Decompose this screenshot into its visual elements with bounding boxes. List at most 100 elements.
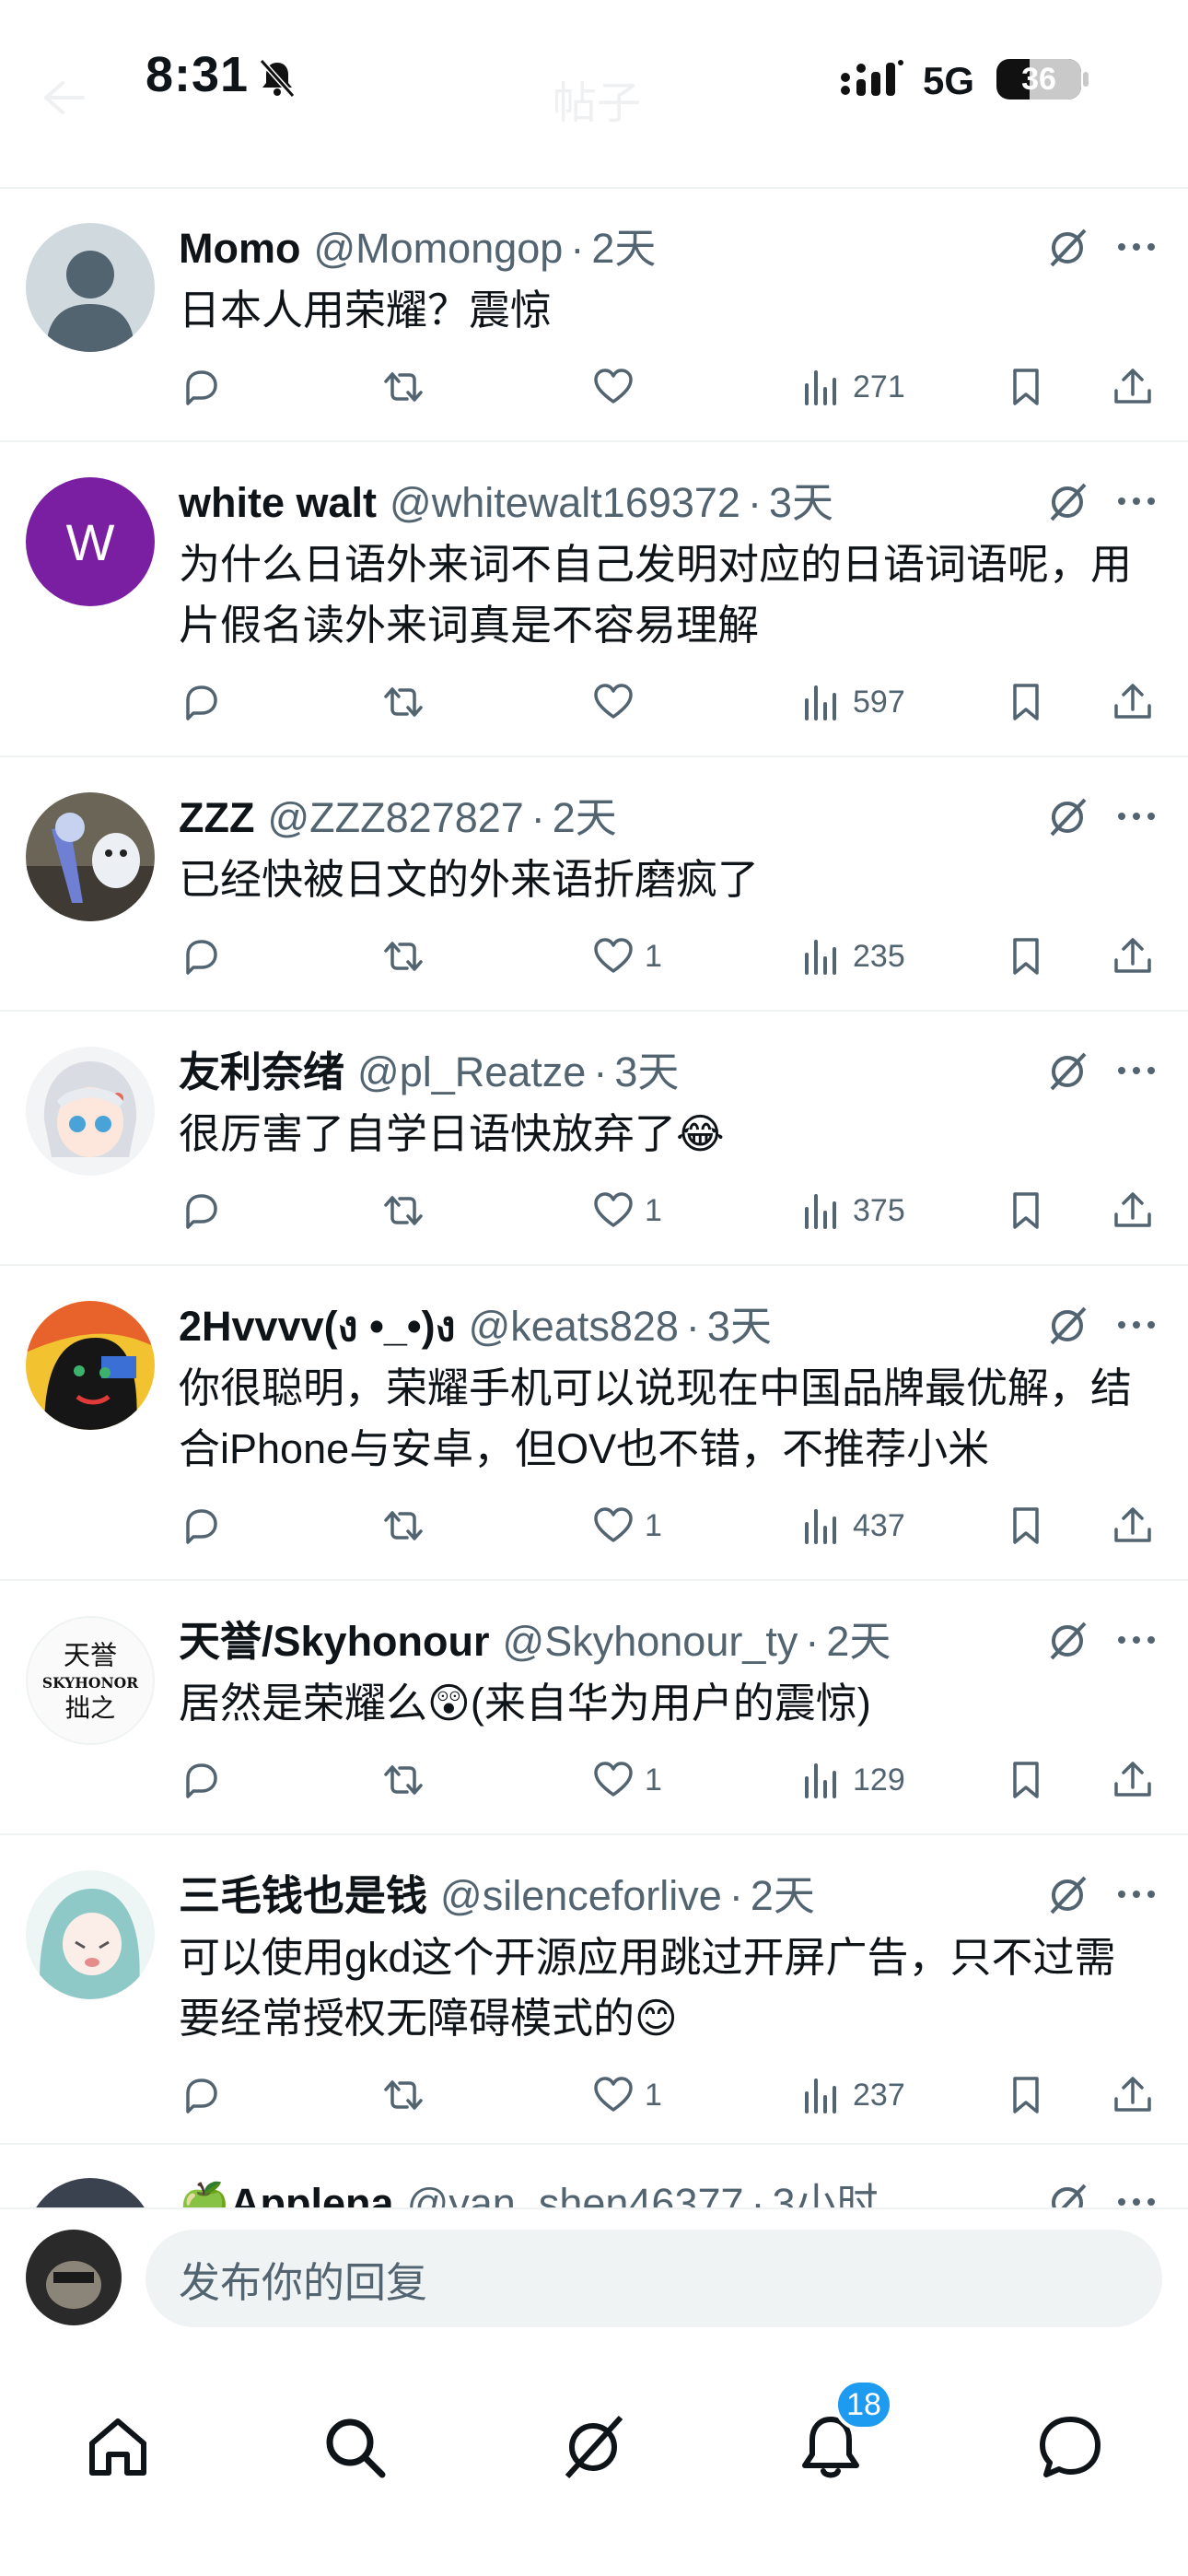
reply-button[interactable] (179, 1752, 223, 1808)
bookmark-button[interactable] (1004, 359, 1048, 415)
repost-button[interactable] (381, 929, 425, 984)
author-name[interactable]: 2Hvvvv(ง •_•)ง (179, 1295, 456, 1358)
post-text: 你很聪明，荣耀手机可以说现在中国品牌最优解，结合iPhone与安卓，但OV也不错… (179, 1364, 1133, 1472)
author-handle[interactable]: @Skyhonour_ty (503, 1610, 798, 1673)
avatar[interactable] (26, 2178, 155, 2207)
grok-icon[interactable] (1044, 1303, 1090, 1349)
repost-button[interactable] (381, 359, 425, 415)
share-button[interactable] (1111, 1498, 1155, 1553)
views-button[interactable]: 375 (799, 1183, 905, 1238)
author-name[interactable]: 友利奈绪 (179, 1041, 344, 1104)
share-button[interactable] (1111, 1183, 1155, 1238)
like-button[interactable]: 1 (591, 1183, 662, 1238)
more-options-icon[interactable] (1116, 1874, 1157, 1914)
views-button[interactable]: 271 (799, 359, 905, 415)
bookmark-button[interactable] (1004, 1183, 1048, 1238)
repost-button[interactable] (381, 674, 425, 730)
author-handle[interactable]: @keats828 (469, 1295, 679, 1358)
bookmark-button[interactable] (1004, 1498, 1048, 1553)
grok-icon[interactable] (1044, 1048, 1090, 1095)
like-button[interactable]: 1 (591, 929, 662, 984)
grok-icon[interactable] (1044, 479, 1090, 525)
bookmark-button[interactable] (1004, 674, 1048, 730)
tab-home[interactable] (81, 2410, 155, 2484)
reply-button[interactable] (179, 1498, 223, 1553)
views-button[interactable]: 235 (799, 929, 905, 984)
avatar[interactable] (26, 223, 155, 352)
like-button[interactable]: 1 (591, 2067, 662, 2123)
author-name[interactable]: 三毛钱也是钱 (179, 1865, 427, 1927)
views-button[interactable]: 437 (799, 1498, 905, 1553)
like-button[interactable] (591, 674, 645, 730)
author-handle[interactable]: @Momongop (313, 217, 563, 280)
reply-button[interactable] (179, 1183, 223, 1238)
avatar[interactable] (26, 1301, 155, 1430)
more-options-icon[interactable] (1116, 1050, 1157, 1091)
repost-button[interactable] (381, 1498, 425, 1553)
like-button[interactable] (591, 359, 645, 415)
more-options-icon[interactable] (1116, 1620, 1157, 1660)
grok-icon[interactable] (1044, 2180, 1090, 2207)
share-button[interactable] (1111, 674, 1155, 730)
repost-button[interactable] (381, 1183, 425, 1238)
grok-icon[interactable] (1044, 1872, 1090, 1918)
reply-post-partial[interactable]: 🍏Applena @yan_shen46377 · 3小时 (0, 2145, 1188, 2207)
share-button[interactable] (1111, 929, 1155, 984)
reply-post[interactable]: 友利奈绪 @pl_Reatze · 3天 很厉害了自学日语快放弃了😂 1 375 (0, 1013, 1188, 1266)
avatar[interactable]: 天誉 SKYHONOR 拙之 (26, 1616, 155, 1745)
avatar[interactable] (26, 1870, 155, 1999)
reply-button[interactable] (179, 2067, 223, 2123)
bookmark-icon (1013, 938, 1039, 975)
author-handle[interactable]: @ZZZ827827 (267, 787, 523, 849)
reply-post[interactable]: ZZZ @ZZZ827827 · 2天 已经快被日文的外来语折磨疯了 1 235 (0, 759, 1188, 1012)
bookmark-button[interactable] (1004, 2067, 1048, 2123)
reply-post[interactable]: 天誉 SKYHONOR 拙之 天誉/Skyhonour @Skyhonour_t… (0, 1583, 1188, 1835)
grok-icon[interactable] (1044, 1618, 1090, 1664)
like-button[interactable]: 1 (591, 1498, 662, 1553)
repost-button[interactable] (381, 2067, 425, 2123)
author-handle[interactable]: @whitewalt169372 (390, 472, 740, 534)
more-options-icon[interactable] (1116, 1305, 1157, 1345)
action-bar: 1 235 (0, 929, 1188, 984)
reply-button[interactable] (179, 674, 223, 730)
more-options-icon[interactable] (1116, 227, 1157, 267)
avatar[interactable] (26, 1047, 155, 1176)
author-name[interactable]: white walt (179, 472, 377, 534)
share-button[interactable] (1111, 1752, 1155, 1808)
author-name[interactable]: Momo (179, 217, 300, 280)
my-avatar[interactable] (26, 2230, 122, 2325)
bookmark-button[interactable] (1004, 1752, 1048, 1808)
reply-button[interactable] (179, 359, 223, 415)
repost-button[interactable] (381, 1752, 425, 1808)
bookmark-button[interactable] (1004, 929, 1048, 984)
more-options-icon[interactable] (1116, 796, 1157, 837)
avatar[interactable] (26, 792, 155, 921)
author-handle[interactable]: @pl_Reatze (357, 1041, 586, 1104)
reply-post[interactable]: 2Hvvvv(ง •_•)ง @keats828 · 3天 你很聪明，荣耀手机可… (0, 1268, 1188, 1581)
reply-post[interactable]: Momo @Momongop · 2天 日本人用荣耀？震惊 271 (0, 190, 1188, 442)
author-name[interactable]: 天誉/Skyhonour (179, 1610, 490, 1673)
tab-grok[interactable] (556, 2410, 630, 2484)
reply-button[interactable] (179, 929, 223, 984)
share-button[interactable] (1111, 2067, 1155, 2123)
more-options-icon[interactable] (1116, 481, 1157, 521)
author-handle[interactable]: @yan_shen46377 (407, 2172, 744, 2207)
like-button[interactable]: 1 (591, 1752, 662, 1808)
views-button[interactable]: 597 (799, 674, 905, 730)
reply-input[interactable]: 发布你的回复 (146, 2230, 1162, 2327)
share-button[interactable] (1111, 359, 1155, 415)
author-name[interactable]: 🍏Applena (179, 2172, 394, 2207)
tab-search[interactable] (318, 2410, 391, 2484)
author-handle[interactable]: @silenceforlive (440, 1865, 722, 1927)
reply-post[interactable]: W white walt @whitewalt169372 · 3天 为什么日语… (0, 444, 1188, 757)
more-options-icon[interactable] (1116, 2182, 1157, 2207)
grok-icon[interactable] (1044, 794, 1090, 840)
tab-messages[interactable] (1033, 2410, 1107, 2484)
back-arrow-icon[interactable] (41, 79, 87, 116)
avatar[interactable]: W (26, 477, 155, 606)
grok-icon[interactable] (1044, 225, 1090, 271)
reply-post[interactable]: 三毛钱也是钱 @silenceforlive · 2天 可以使用gkd这个开源应… (0, 1837, 1188, 2145)
views-button[interactable]: 129 (799, 1752, 905, 1808)
author-name[interactable]: ZZZ (179, 787, 254, 849)
views-button[interactable]: 237 (799, 2067, 905, 2123)
